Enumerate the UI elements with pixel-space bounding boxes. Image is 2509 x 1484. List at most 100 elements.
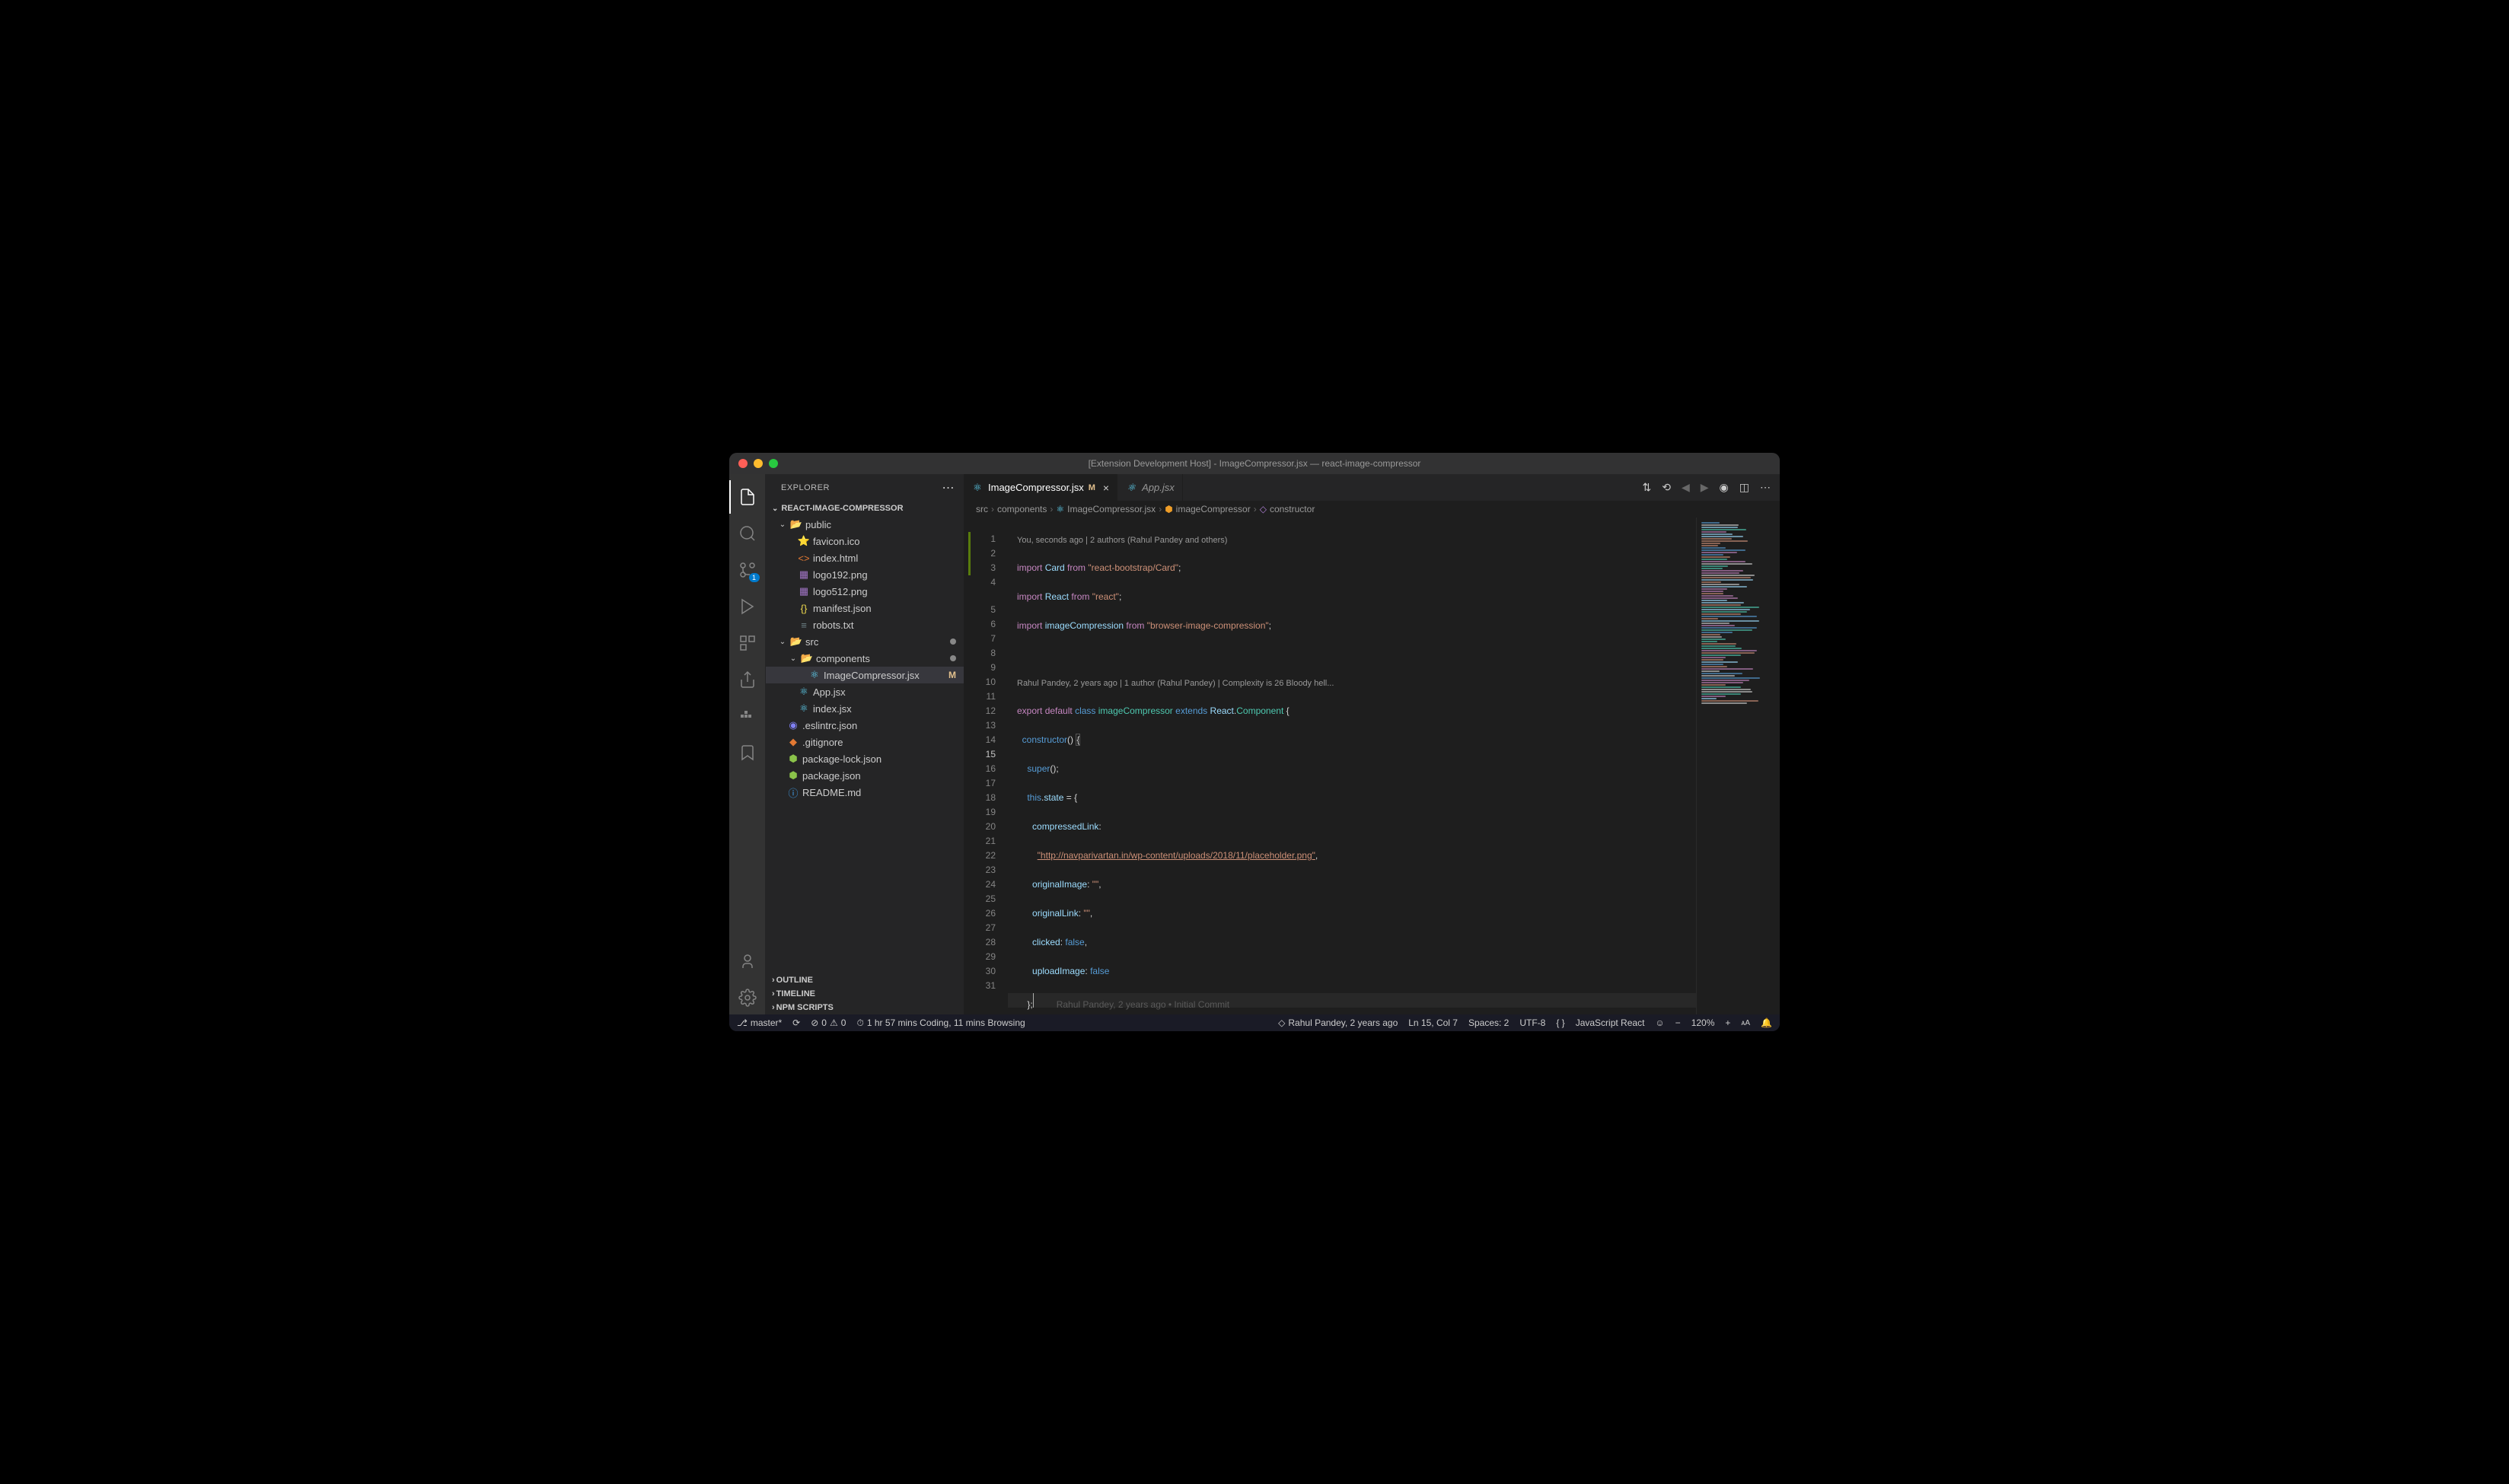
scm-badge: 1	[749, 573, 760, 582]
sync-item[interactable]: ⟳	[792, 1017, 800, 1028]
file-icon: {}	[798, 602, 810, 614]
codelens-2[interactable]: Rahul Pandey, 2 years ago | 1 author (Ra…	[1008, 677, 1696, 689]
file-item[interactable]: ⓘREADME.md	[766, 784, 964, 801]
outline-section[interactable]: ›OUTLINE	[766, 973, 964, 987]
tab-bar: ⚛ImageCompressor.jsxM× ⚛App.jsx ⇅ ⟲ ◀ ▶ …	[964, 474, 1780, 501]
file-item[interactable]: ⚛App.jsx	[766, 683, 964, 700]
react-icon: ⚛	[798, 686, 810, 698]
file-icon: ▦	[798, 585, 810, 597]
close-window-button[interactable]	[738, 459, 748, 468]
folder-components[interactable]: ⌄📂components	[766, 650, 964, 667]
branch-item[interactable]: ⎇master*	[737, 1017, 782, 1028]
file-item[interactable]: ≡robots.txt	[766, 616, 964, 633]
react-icon: ⚛	[971, 482, 984, 494]
file-icon: ≡	[798, 619, 810, 631]
file-icon: ⬢	[787, 769, 799, 782]
nav-next-icon[interactable]: ▶	[1701, 481, 1709, 494]
bookmark-tab[interactable]	[729, 736, 766, 769]
docker-tab[interactable]	[729, 699, 766, 733]
file-item[interactable]: ⭐favicon.ico	[766, 533, 964, 549]
file-item[interactable]: ◆.gitignore	[766, 734, 964, 750]
inline-blame: Rahul Pandey, 2 years ago • Initial Comm…	[1057, 999, 1229, 1010]
branch-icon: ⎇	[737, 1017, 748, 1028]
clock-icon: ⏱	[856, 1017, 863, 1029]
copilot-item[interactable]: ☺	[1655, 1017, 1664, 1028]
file-tree: ⌄📂public ⭐favicon.ico<>index.html▦logo19…	[766, 516, 964, 801]
minimize-window-button[interactable]	[754, 459, 763, 468]
file-icon: ⓘ	[787, 786, 799, 798]
nav-back-icon[interactable]: ⟲	[1662, 481, 1671, 494]
timeline-section[interactable]: ›TIMELINE	[766, 987, 964, 1001]
modified-indicator: M	[948, 670, 956, 680]
explorer-tab[interactable]	[729, 480, 766, 514]
project-root-section[interactable]: ⌄REACT-IMAGE-COMPRESSOR	[766, 501, 964, 516]
file-icon: ⭐	[798, 535, 810, 547]
folder-icon: 📂	[790, 635, 802, 648]
file-icon: <>	[798, 552, 810, 564]
file-item[interactable]: ▦logo192.png	[766, 566, 964, 583]
explorer-more-icon[interactable]: ⋯	[942, 480, 955, 495]
file-item[interactable]: ⬢package-lock.json	[766, 750, 964, 767]
line-gutter: 1234 56789101112131415161718192021222324…	[964, 517, 1008, 1014]
account-tab[interactable]	[729, 944, 766, 978]
zoom-in[interactable]: +	[1725, 1017, 1730, 1028]
tab-app[interactable]: ⚛App.jsx	[1117, 474, 1183, 501]
language-item[interactable]: JavaScript React	[1576, 1017, 1645, 1028]
codelens-1[interactable]: You, seconds ago | 2 authors (Rahul Pand…	[1008, 533, 1696, 546]
file-item[interactable]: ⚛index.jsx	[766, 700, 964, 717]
settings-tab[interactable]	[729, 981, 766, 1014]
file-imagecompressor[interactable]: ⚛ImageCompressor.jsxM	[766, 667, 964, 683]
compare-icon[interactable]: ⇅	[1643, 481, 1652, 494]
body: 1 EXPLORER ⋯ ⌄REACT-IMAGE-COMPRESSOR ⌄📂p…	[729, 474, 1780, 1014]
minimap[interactable]	[1696, 517, 1780, 1014]
folder-src[interactable]: ⌄📂src	[766, 633, 964, 650]
modified-dot-icon	[950, 655, 956, 661]
zoom-out[interactable]: −	[1675, 1017, 1681, 1028]
code-editor[interactable]: You, seconds ago | 2 authors (Rahul Pand…	[1008, 517, 1696, 1014]
zoom-level[interactable]: 120%	[1691, 1017, 1715, 1028]
problems-item[interactable]: ⊘0 ⚠0	[811, 1017, 846, 1028]
font-size-item[interactable]: ᴀA	[1741, 1019, 1750, 1027]
debug-tab[interactable]	[729, 590, 766, 623]
share-tab[interactable]	[729, 663, 766, 696]
editor-area[interactable]: 1234 56789101112131415161718192021222324…	[964, 517, 1780, 1014]
close-tab-icon[interactable]: ×	[1103, 482, 1109, 494]
vscode-window: [Extension Development Host] - ImageComp…	[729, 453, 1780, 1031]
split-editor-icon[interactable]: ◫	[1739, 481, 1749, 494]
braces-icon: { }	[1556, 1017, 1564, 1028]
react-icon: ⚛	[1056, 504, 1064, 514]
run-icon[interactable]: ◉	[1720, 481, 1729, 494]
notifications-item[interactable]: 🔔	[1761, 1017, 1772, 1028]
encoding-item[interactable]: UTF-8	[1519, 1017, 1545, 1028]
nav-prev-icon[interactable]: ◀	[1682, 481, 1690, 494]
position-item[interactable]: Ln 15, Col 7	[1408, 1017, 1458, 1028]
spaces-item[interactable]: Spaces: 2	[1468, 1017, 1509, 1028]
blame-item[interactable]: ◇Rahul Pandey, 2 years ago	[1278, 1017, 1398, 1028]
statusbar: ⎇master* ⟳ ⊘0 ⚠0 ⏱1 hr 57 mins Coding, 1…	[729, 1014, 1780, 1031]
tab-imagecompressor[interactable]: ⚛ImageCompressor.jsxM×	[964, 474, 1117, 501]
react-icon: ⚛	[1125, 482, 1137, 494]
npm-section[interactable]: ›NPM SCRIPTS	[766, 1001, 964, 1014]
maximize-window-button[interactable]	[769, 459, 778, 468]
time-item[interactable]: ⏱1 hr 57 mins Coding, 11 mins Browsing	[856, 1017, 1025, 1029]
explorer-label: EXPLORER	[781, 483, 830, 492]
file-icon: ◉	[787, 719, 799, 731]
file-item[interactable]: {}manifest.json	[766, 600, 964, 616]
braces-item[interactable]: { }	[1556, 1017, 1564, 1028]
activity-bar: 1	[729, 474, 766, 1014]
scm-tab[interactable]: 1	[729, 553, 766, 587]
file-item[interactable]: ⬢package.json	[766, 767, 964, 784]
breadcrumb[interactable]: src› components› ⚛ImageCompressor.jsx› ⬢…	[964, 501, 1780, 517]
class-icon: ⬢	[1165, 504, 1172, 514]
bell-icon: 🔔	[1761, 1017, 1772, 1028]
search-tab[interactable]	[729, 517, 766, 550]
more-actions-icon[interactable]: ⋯	[1760, 481, 1771, 494]
file-item[interactable]: <>index.html	[766, 549, 964, 566]
person-icon: ◇	[1278, 1017, 1285, 1028]
file-icon: ⬢	[787, 753, 799, 765]
extensions-tab[interactable]	[729, 626, 766, 660]
folder-public[interactable]: ⌄📂public	[766, 516, 964, 533]
file-item[interactable]: ◉.eslintrc.json	[766, 717, 964, 734]
titlebar: [Extension Development Host] - ImageComp…	[729, 453, 1780, 474]
file-item[interactable]: ▦logo512.png	[766, 583, 964, 600]
